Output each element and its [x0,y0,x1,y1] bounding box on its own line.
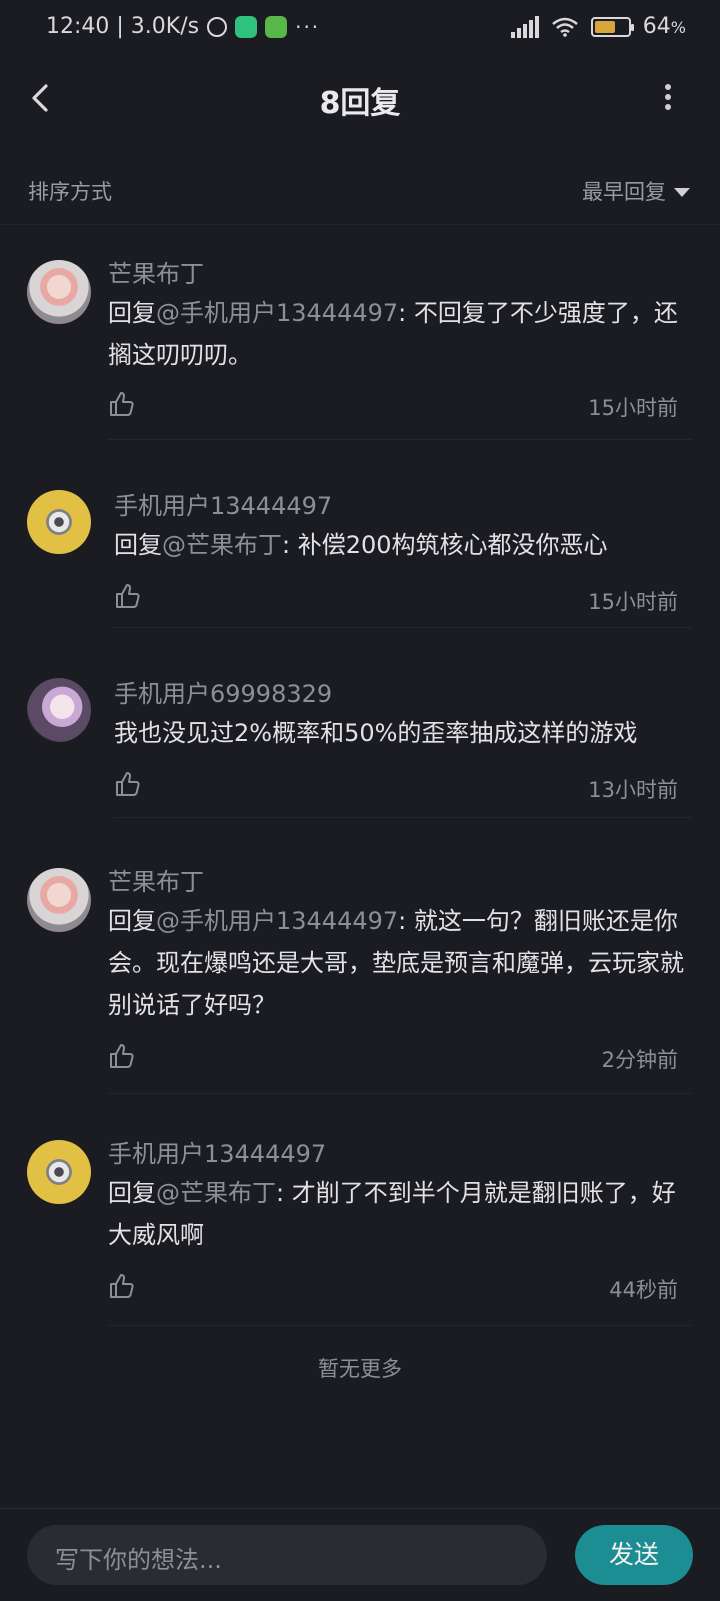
sort-value: 最早回复 [582,180,666,204]
shield-icon [235,15,258,38]
reply-item: 手机用户13444497 回复@芒果布丁: 才削了不到半个月就是翻旧账了，好大威… [0,1094,720,1326]
reply-item: 手机用户13444497 回复@芒果布丁: 补偿200构筑核心都没你恶心 15小… [0,440,720,628]
reply-time: 15小时前 [588,590,678,614]
comment-input[interactable]: 写下你的想法... [27,1525,547,1585]
status-left: 12:40 | 3.0K/s ··· [46,14,320,39]
reply-time: 44秒前 [609,1278,678,1302]
avatar[interactable] [27,260,91,324]
like-icon[interactable] [114,582,142,610]
reply-item: 芒果布丁 回复@手机用户13444497: 就这一句？翻旧账还是你会。现在爆鸣还… [0,818,720,1094]
battery-icon [590,16,634,37]
download-icon [265,15,288,38]
header: 8回复 [0,58,720,138]
like-icon[interactable] [114,770,142,798]
reply-text: 我也没见过2%概率和50%的歪率抽成这样的游戏 [114,719,638,747]
reply-username[interactable]: 芒果布丁 [108,862,204,897]
battery-percent: 64% [642,14,686,39]
alarm-icon [207,16,228,37]
reply-time: 13小时前 [588,778,678,802]
like-icon[interactable] [108,1042,136,1070]
reply-mention[interactable]: @芒果布丁 [156,1179,276,1207]
wifi-icon [551,17,578,37]
reply-time: 2分钟前 [601,1048,678,1072]
reply-mention[interactable]: @手机用户13444497 [156,907,398,935]
like-icon[interactable] [108,390,136,418]
no-more-label: 暂无更多 [318,1357,402,1381]
reply-username[interactable]: 手机用户69998329 [114,674,332,709]
reply-text: 回复@手机用户13444497: 不回复了不少强度了，还搁这叨叨叨。 [108,299,678,369]
status-time-speed: 12:40 | 3.0K/s [46,14,200,39]
avatar[interactable] [27,1140,91,1204]
signal-icon [510,15,539,38]
reply-text: 回复@芒果布丁: 才削了不到半个月就是翻旧账了，好大威风啊 [108,1179,676,1249]
sort-dropdown[interactable]: 最早回复 [582,176,690,206]
reply-mention[interactable]: @芒果布丁 [162,531,282,559]
status-bar: 12:40 | 3.0K/s ··· 64% [0,0,720,58]
page-title: 8回复 [319,86,401,121]
sort-label: 排序方式 [28,180,112,204]
comment-composer: 写下你的想法... 发送 [0,1508,720,1601]
reply-text: 回复@手机用户13444497: 就这一句？翻旧账还是你会。现在爆鸣还是大哥，垫… [108,907,684,1019]
reply-mention[interactable]: @手机用户13444497 [156,299,398,327]
more-notifications-icon: ··· [295,14,321,39]
reply-username[interactable]: 手机用户13444497 [114,486,332,521]
like-icon[interactable] [108,1272,136,1300]
status-right: 64% [510,14,686,39]
reply-text: 回复@芒果布丁: 补偿200构筑核心都没你恶心 [114,531,608,559]
avatar[interactable] [27,678,91,742]
chevron-down-icon [674,188,690,197]
reply-item: 手机用户69998329 我也没见过2%概率和50%的歪率抽成这样的游戏 13小… [0,628,720,818]
reply-time: 15小时前 [588,396,678,420]
divider [108,1325,692,1326]
more-options-icon[interactable] [662,84,674,110]
reply-item: 芒果布丁 回复@手机用户13444497: 不回复了不少强度了，还搁这叨叨叨。 … [0,240,720,440]
send-button[interactable]: 发送 [575,1525,693,1585]
reply-username[interactable]: 芒果布丁 [108,254,204,289]
reply-username[interactable]: 手机用户13444497 [108,1134,326,1169]
avatar[interactable] [27,490,91,554]
avatar[interactable] [27,868,91,932]
sort-row: 排序方式 最早回复 [0,162,720,225]
comment-input-placeholder: 写下你的想法... [55,1546,222,1574]
